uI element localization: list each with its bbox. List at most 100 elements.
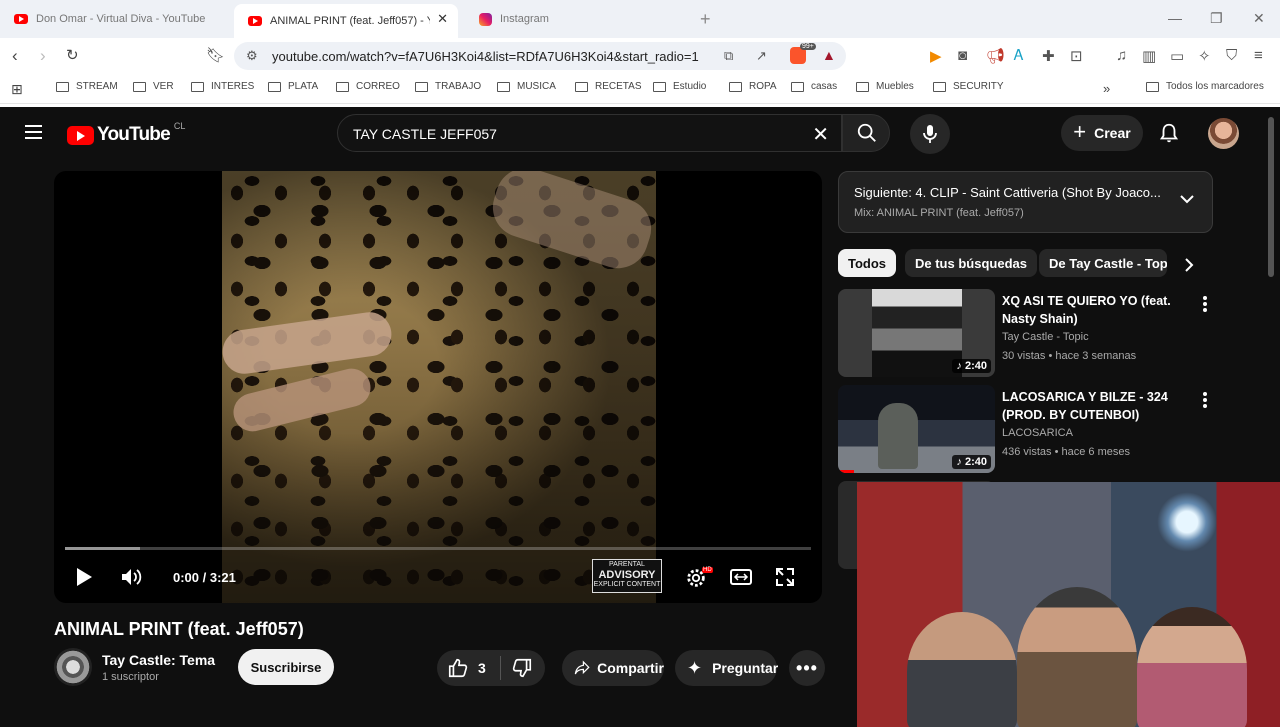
page-scrollbar[interactable]	[1268, 117, 1274, 277]
bookmark-folder[interactable]: RECETAS	[575, 81, 642, 92]
menu-icon[interactable]: ≡	[1254, 47, 1263, 64]
more-vertical-icon[interactable]	[1202, 295, 1208, 318]
search-input[interactable]: TAY CASTLE JEFF057 ✕	[337, 114, 842, 152]
video-thumbnail[interactable]: ♪ 2:40	[838, 289, 995, 377]
playlist-next-panel[interactable]: Siguiente: 4. CLIP - Saint Cattiveria (S…	[838, 171, 1213, 233]
streamer-person	[907, 612, 1017, 727]
extension-icon[interactable]: ◙	[958, 47, 967, 64]
chevron-down-icon[interactable]	[1180, 194, 1194, 204]
fullscreen-icon[interactable]	[776, 568, 794, 586]
share-icon[interactable]: ↗	[756, 48, 767, 64]
avatar[interactable]	[1208, 118, 1239, 149]
translate-icon[interactable]: Ꭺ	[1014, 47, 1024, 64]
next-video-title: Siguiente: 4. CLIP - Saint Cattiveria (S…	[854, 185, 1161, 200]
rewards-icon[interactable]: ▲	[822, 47, 836, 63]
new-tab-button[interactable]: +	[700, 9, 711, 30]
album-art-hand	[219, 309, 395, 377]
bookmark-folder[interactable]: STREAM	[56, 81, 118, 92]
bookmark-folder[interactable]: VER	[133, 81, 174, 92]
maximize-button[interactable]: ❐	[1210, 10, 1223, 27]
dislike-thumb-icon[interactable]	[511, 657, 533, 679]
channel-name[interactable]: Tay Castle: Tema	[102, 652, 215, 668]
share-arrow-icon	[574, 660, 590, 675]
close-window-button[interactable]: ✕	[1253, 10, 1265, 27]
vpn-icon[interactable]: ⛉	[1226, 47, 1237, 64]
folder-icon	[1146, 81, 1159, 92]
address-bar[interactable]: ⚙ youtube.com/watch?v=fA7U6H3Koi4&list=R…	[234, 42, 846, 70]
tab-label: Instagram	[500, 13, 549, 25]
bookmark-folder[interactable]: SECURITY	[933, 81, 1004, 92]
bookmark-folder[interactable]: ROPA	[729, 81, 777, 92]
megaphone-icon[interactable]: 📢︎	[986, 47, 1005, 65]
music-icon[interactable]: ♫	[1116, 47, 1127, 64]
share-button[interactable]: Compartir	[562, 650, 664, 686]
like-thumb-icon[interactable]	[447, 657, 469, 679]
bookmark-folder[interactable]: PLATA	[268, 81, 318, 92]
folder-icon	[575, 81, 588, 92]
tab-instagram[interactable]: Instagram	[464, 5, 694, 33]
sidebar-icon[interactable]: ▥	[1142, 47, 1156, 65]
search-query: TAY CASTLE JEFF057	[353, 126, 497, 142]
bookmark-folder[interactable]: TRABAJO	[415, 81, 481, 92]
folder-icon	[191, 81, 204, 92]
close-icon[interactable]: ✕	[437, 11, 448, 27]
volume-icon[interactable]	[120, 567, 144, 587]
recommendation-meta: 30 vistas • hace 3 semanas	[1002, 350, 1137, 362]
list-item[interactable]: ♪ 2:40 XQ ASI TE QUIERO YO (feat. Nasty …	[838, 289, 1213, 377]
back-icon[interactable]: ‹	[12, 46, 18, 66]
youtube-logo[interactable]: YouTube CL	[67, 121, 185, 146]
bookmark-folder[interactable]: Muebles	[856, 81, 914, 92]
reload-icon[interactable]: ↻	[66, 46, 79, 64]
video-player[interactable]: 0:00 / 3:21 PARENTAL ADVISORY EXPLICIT C…	[54, 171, 822, 603]
theater-mode-icon[interactable]	[730, 569, 752, 585]
puzzle-icon[interactable]: ✚	[1042, 47, 1055, 65]
folder-icon	[133, 81, 146, 92]
play-extension-icon[interactable]: ▶	[930, 47, 942, 65]
bookmark-folder[interactable]: MUSICA	[497, 81, 556, 92]
search-icon	[857, 123, 876, 142]
clear-search-icon[interactable]: ✕	[812, 122, 829, 147]
channel-avatar[interactable]	[54, 648, 92, 686]
youtube-play-icon	[67, 125, 94, 145]
album-art-leopard	[219, 171, 659, 603]
apps-grid-icon[interactable]: ⊞	[11, 81, 23, 98]
bookmark-folder[interactable]: CORREO	[336, 81, 400, 92]
screenshot-icon[interactable]: ⊡	[1070, 47, 1083, 65]
video-thumbnail[interactable]: ♪ 2:40	[838, 385, 995, 473]
search-button[interactable]	[842, 114, 890, 152]
chevron-right-icon[interactable]	[1183, 257, 1195, 273]
tab-animal-print[interactable]: ANIMAL PRINT (feat. Jeff057) - You ✕	[234, 4, 458, 38]
hamburger-menu-icon[interactable]	[25, 125, 42, 143]
subscribe-button[interactable]: Suscribirse	[238, 649, 334, 685]
ask-button[interactable]: ✦ Preguntar	[675, 650, 778, 686]
site-settings-icon[interactable]: ⚙	[246, 48, 258, 64]
forward-icon[interactable]: ›	[40, 46, 46, 66]
bookmark-icon[interactable]: 🔖︎	[206, 46, 225, 64]
notifications-bell-icon[interactable]	[1158, 122, 1180, 144]
streamer-person	[1137, 607, 1247, 727]
list-item[interactable]: ♪ 2:40 LACOSARICA Y BILZE - 324 (PROD. B…	[838, 385, 1213, 473]
bookmark-folder[interactable]: casas	[791, 81, 837, 92]
install-icon[interactable]: ⧉	[724, 48, 733, 64]
progress-bar[interactable]	[65, 547, 811, 550]
folder-icon	[415, 81, 428, 92]
play-button[interactable]	[75, 567, 93, 587]
chip-todos[interactable]: Todos	[838, 249, 897, 277]
all-bookmarks-folder[interactable]: Todos los marcadores	[1146, 81, 1264, 92]
wallet-icon[interactable]: ▭	[1170, 47, 1184, 65]
minimize-button[interactable]: —	[1168, 10, 1182, 26]
chip-tay-castle[interactable]: De Tay Castle - Topic	[1039, 249, 1167, 277]
ai-icon[interactable]: ✧	[1198, 47, 1211, 65]
more-vertical-icon[interactable]	[1202, 391, 1208, 414]
more-actions-button[interactable]: •••	[789, 650, 825, 686]
bookmark-folder[interactable]: Estudio	[653, 81, 706, 92]
sparkle-icon: ✦	[687, 657, 703, 678]
bookmark-folder[interactable]: INTERES	[191, 81, 254, 92]
tab-label: ANIMAL PRINT (feat. Jeff057) - You	[270, 15, 430, 27]
chip-searches[interactable]: De tus búsquedas	[905, 249, 1037, 277]
create-button[interactable]: + Crear	[1061, 115, 1143, 151]
voice-search-button[interactable]	[910, 114, 950, 154]
tab-don-omar[interactable]: Don Omar - Virtual Diva - YouTube	[0, 5, 232, 33]
more-bookmarks-icon[interactable]: »	[1103, 81, 1110, 96]
recommendation-channel: LACOSARICA	[1002, 427, 1073, 439]
